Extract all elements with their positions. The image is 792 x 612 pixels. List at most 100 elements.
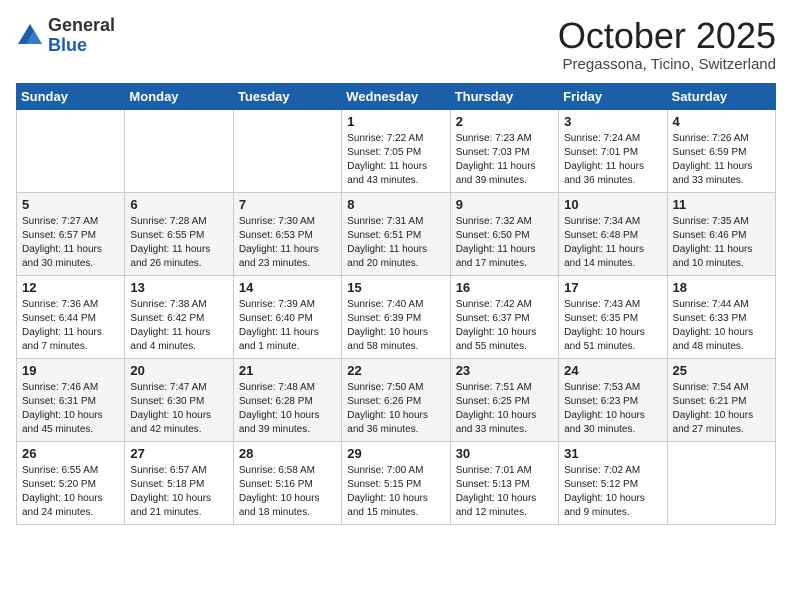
calendar-cell: 31Sunrise: 7:02 AM Sunset: 5:12 PM Dayli… (559, 441, 667, 524)
weekday-header-wednesday: Wednesday (342, 83, 450, 109)
day-info: Sunrise: 7:28 AM Sunset: 6:55 PM Dayligh… (130, 215, 227, 271)
day-number: 24 (564, 363, 661, 378)
day-info: Sunrise: 7:46 AM Sunset: 6:31 PM Dayligh… (22, 381, 119, 437)
calendar-cell: 6 Sunrise: 7:28 AM Sunset: 6:55 PM Daylig… (125, 192, 233, 275)
day-info: Sunrise: 7:50 AM Sunset: 6:26 PM Dayligh… (347, 381, 444, 437)
day-number: 8 (347, 197, 444, 212)
day-info: Sunrise: 7:30 AM Sunset: 6:53 PM Dayligh… (239, 215, 336, 271)
calendar-cell: 25 Sunrise: 7:54 AM Sunset: 6:21 PM Dayli… (667, 358, 775, 441)
calendar-cell: 22 Sunrise: 7:50 AM Sunset: 6:26 PM Dayli… (342, 358, 450, 441)
calendar-cell: 24 Sunrise: 7:53 AM Sunset: 6:23 PM Dayli… (559, 358, 667, 441)
day-info: Sunrise: 7:22 AM Sunset: 7:05 PM Dayligh… (347, 132, 444, 188)
day-info: Sunrise: 7:24 AM Sunset: 7:01 PM Dayligh… (564, 132, 661, 188)
day-info: Sunrise: 7:00 AM Sunset: 5:15 PM Dayligh… (347, 464, 444, 520)
day-info: Sunrise: 7:32 AM Sunset: 6:50 PM Dayligh… (456, 215, 553, 271)
logo-text: GeneralBlue (48, 16, 115, 56)
day-info: Sunrise: 7:39 AM Sunset: 6:40 PM Dayligh… (239, 298, 336, 354)
day-number: 30 (456, 446, 553, 461)
day-number: 4 (673, 114, 770, 129)
day-info: Sunrise: 7:31 AM Sunset: 6:51 PM Dayligh… (347, 215, 444, 271)
day-info: Sunrise: 6:58 AM Sunset: 5:16 PM Dayligh… (239, 464, 336, 520)
day-info: Sunrise: 7:38 AM Sunset: 6:42 PM Dayligh… (130, 298, 227, 354)
calendar-week-4: 19 Sunrise: 7:46 AM Sunset: 6:31 PM Dayli… (17, 358, 776, 441)
calendar-cell: 28Sunrise: 6:58 AM Sunset: 5:16 PM Dayli… (233, 441, 341, 524)
title-block: October 2025 Pregassona, Ticino, Switzer… (558, 16, 776, 73)
calendar-cell: 15 Sunrise: 7:40 AM Sunset: 6:39 PM Dayli… (342, 275, 450, 358)
day-number: 10 (564, 197, 661, 212)
day-number: 26 (22, 446, 119, 461)
calendar-cell: 14 Sunrise: 7:39 AM Sunset: 6:40 PM Dayli… (233, 275, 341, 358)
weekday-header-thursday: Thursday (450, 83, 558, 109)
weekday-header-friday: Friday (559, 83, 667, 109)
weekday-header-saturday: Saturday (667, 83, 775, 109)
calendar-cell: 5 Sunrise: 7:27 AM Sunset: 6:57 PM Daylig… (17, 192, 125, 275)
month-title: October 2025 (558, 16, 776, 56)
day-info: Sunrise: 7:47 AM Sunset: 6:30 PM Dayligh… (130, 381, 227, 437)
page-header: GeneralBlue October 2025 Pregassona, Tic… (16, 16, 776, 73)
day-number: 5 (22, 197, 119, 212)
day-info: Sunrise: 7:34 AM Sunset: 6:48 PM Dayligh… (564, 215, 661, 271)
day-info: Sunrise: 7:43 AM Sunset: 6:35 PM Dayligh… (564, 298, 661, 354)
day-info: Sunrise: 7:42 AM Sunset: 6:37 PM Dayligh… (456, 298, 553, 354)
day-number: 22 (347, 363, 444, 378)
calendar-cell: 30 Sunrise: 7:01 AM Sunset: 5:13 PM Dayli… (450, 441, 558, 524)
day-info: Sunrise: 7:23 AM Sunset: 7:03 PM Dayligh… (456, 132, 553, 188)
calendar-week-5: 26 Sunrise: 6:55 AM Sunset: 5:20 PM Dayli… (17, 441, 776, 524)
calendar-cell (667, 441, 775, 524)
day-info: Sunrise: 7:36 AM Sunset: 6:44 PM Dayligh… (22, 298, 119, 354)
day-number: 21 (239, 363, 336, 378)
calendar-cell: 16 Sunrise: 7:42 AM Sunset: 6:37 PM Dayli… (450, 275, 558, 358)
calendar-cell: 13 Sunrise: 7:38 AM Sunset: 6:42 PM Dayli… (125, 275, 233, 358)
day-number: 19 (22, 363, 119, 378)
calendar-cell: 1Sunrise: 7:22 AM Sunset: 7:05 PM Daylig… (342, 109, 450, 192)
day-number: 13 (130, 280, 227, 295)
calendar-cell (233, 109, 341, 192)
calendar-cell: 12 Sunrise: 7:36 AM Sunset: 6:44 PM Dayli… (17, 275, 125, 358)
calendar-cell: 9 Sunrise: 7:32 AM Sunset: 6:50 PM Daylig… (450, 192, 558, 275)
day-info: Sunrise: 7:44 AM Sunset: 6:33 PM Dayligh… (673, 298, 770, 354)
day-number: 6 (130, 197, 227, 212)
day-info: Sunrise: 7:27 AM Sunset: 6:57 PM Dayligh… (22, 215, 119, 271)
day-number: 2 (456, 114, 553, 129)
day-info: Sunrise: 7:53 AM Sunset: 6:23 PM Dayligh… (564, 381, 661, 437)
calendar-cell: 11Sunrise: 7:35 AM Sunset: 6:46 PM Dayli… (667, 192, 775, 275)
day-info: Sunrise: 7:51 AM Sunset: 6:25 PM Dayligh… (456, 381, 553, 437)
weekday-header-tuesday: Tuesday (233, 83, 341, 109)
calendar-cell: 27Sunrise: 6:57 AM Sunset: 5:18 PM Dayli… (125, 441, 233, 524)
calendar-week-3: 12 Sunrise: 7:36 AM Sunset: 6:44 PM Dayli… (17, 275, 776, 358)
day-info: Sunrise: 6:57 AM Sunset: 5:18 PM Dayligh… (130, 464, 227, 520)
logo: GeneralBlue (16, 16, 115, 56)
day-number: 9 (456, 197, 553, 212)
calendar-cell: 20 Sunrise: 7:47 AM Sunset: 6:30 PM Dayli… (125, 358, 233, 441)
day-number: 12 (22, 280, 119, 295)
day-number: 7 (239, 197, 336, 212)
day-info: Sunrise: 6:55 AM Sunset: 5:20 PM Dayligh… (22, 464, 119, 520)
weekday-header-monday: Monday (125, 83, 233, 109)
day-number: 14 (239, 280, 336, 295)
calendar-week-1: 1Sunrise: 7:22 AM Sunset: 7:05 PM Daylig… (17, 109, 776, 192)
calendar-cell: 17Sunrise: 7:43 AM Sunset: 6:35 PM Dayli… (559, 275, 667, 358)
day-number: 20 (130, 363, 227, 378)
calendar-cell: 8 Sunrise: 7:31 AM Sunset: 6:51 PM Daylig… (342, 192, 450, 275)
calendar-cell: 23 Sunrise: 7:51 AM Sunset: 6:25 PM Dayli… (450, 358, 558, 441)
weekday-header-sunday: Sunday (17, 83, 125, 109)
day-number: 11 (673, 197, 770, 212)
day-number: 23 (456, 363, 553, 378)
calendar: SundayMondayTuesdayWednesdayThursdayFrid… (16, 83, 776, 525)
day-info: Sunrise: 7:40 AM Sunset: 6:39 PM Dayligh… (347, 298, 444, 354)
day-number: 3 (564, 114, 661, 129)
day-info: Sunrise: 7:54 AM Sunset: 6:21 PM Dayligh… (673, 381, 770, 437)
calendar-cell: 4Sunrise: 7:26 AM Sunset: 6:59 PM Daylig… (667, 109, 775, 192)
calendar-cell: 19 Sunrise: 7:46 AM Sunset: 6:31 PM Dayli… (17, 358, 125, 441)
day-info: Sunrise: 7:48 AM Sunset: 6:28 PM Dayligh… (239, 381, 336, 437)
calendar-cell: 21 Sunrise: 7:48 AM Sunset: 6:28 PM Dayli… (233, 358, 341, 441)
day-number: 15 (347, 280, 444, 295)
logo-icon (16, 22, 44, 50)
day-number: 25 (673, 363, 770, 378)
calendar-cell: 18 Sunrise: 7:44 AM Sunset: 6:33 PM Dayli… (667, 275, 775, 358)
day-info: Sunrise: 7:02 AM Sunset: 5:12 PM Dayligh… (564, 464, 661, 520)
day-number: 18 (673, 280, 770, 295)
day-info: Sunrise: 7:01 AM Sunset: 5:13 PM Dayligh… (456, 464, 553, 520)
day-number: 16 (456, 280, 553, 295)
calendar-cell: 29Sunrise: 7:00 AM Sunset: 5:15 PM Dayli… (342, 441, 450, 524)
